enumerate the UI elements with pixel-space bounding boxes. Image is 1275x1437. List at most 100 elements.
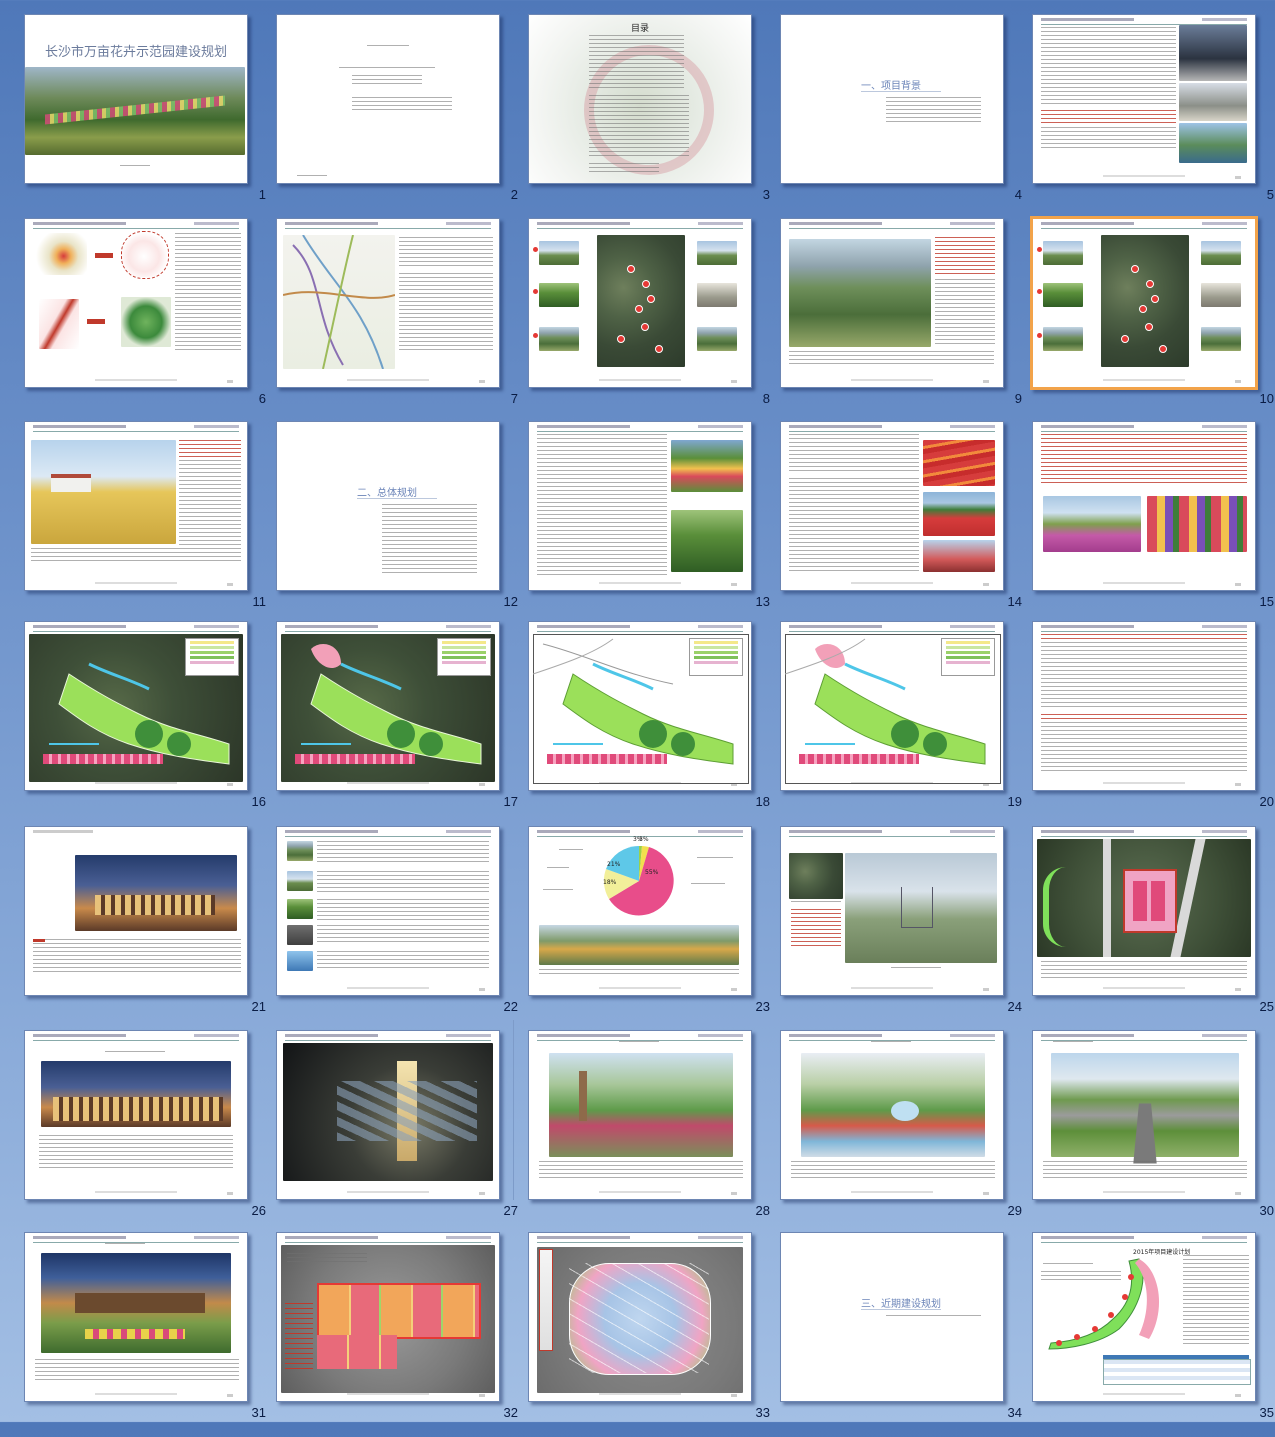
slide-header xyxy=(285,830,492,837)
tulip-field-photo xyxy=(923,440,995,486)
map-legend xyxy=(689,638,743,676)
slide-thumbnail[interactable]: 8 xyxy=(528,218,780,423)
text-block xyxy=(339,67,435,70)
slide-thumbnail[interactable]: 27 xyxy=(276,1030,528,1235)
text-block xyxy=(35,1359,239,1381)
slide-footer xyxy=(1103,1393,1185,1395)
slide-number: 17 xyxy=(503,794,518,809)
slide-thumbnail[interactable]: 26 xyxy=(24,1030,276,1235)
slide-thumbnail[interactable]: 2 xyxy=(276,14,528,219)
section-rule xyxy=(861,91,941,92)
text-block xyxy=(175,233,241,353)
slide-thumbnail[interactable]: 21 xyxy=(24,826,276,1031)
text-block xyxy=(537,506,667,578)
slide-canvas xyxy=(24,826,248,996)
slide-header xyxy=(33,625,240,632)
slide-thumbnail[interactable]: 2015年项目建设计划 35 xyxy=(1032,1232,1275,1437)
slide-thumbnail[interactable]: 三、近期建设规划 34 xyxy=(780,1232,1032,1437)
slide-canvas xyxy=(780,421,1004,591)
text-block xyxy=(697,857,733,860)
slide-canvas: 21% 18% 55% 3% 3% xyxy=(528,826,752,996)
slide-footer-number xyxy=(731,1394,737,1397)
slide-thumbnail[interactable]: 28 xyxy=(528,1030,780,1235)
slide-thumbnail[interactable]: 22 xyxy=(276,826,528,1031)
slide-canvas xyxy=(1032,621,1256,791)
slide-canvas: 三、近期建设规划 xyxy=(780,1232,1004,1402)
slide-thumbnail[interactable]: 16 xyxy=(24,621,276,826)
slide-thumbnail[interactable]: 目录 3 xyxy=(528,14,780,219)
slide-number: 18 xyxy=(755,794,770,809)
slide-number: 33 xyxy=(755,1405,770,1420)
text-block xyxy=(1041,961,1247,979)
aerial-map xyxy=(597,235,685,367)
slide-thumbnail[interactable]: 6 xyxy=(24,218,276,423)
slide-canvas xyxy=(276,1232,500,1402)
text-block xyxy=(367,45,409,48)
arrow xyxy=(95,253,113,258)
legend-swatch xyxy=(694,651,738,654)
slide-header xyxy=(1041,18,1248,25)
slide-canvas xyxy=(780,218,1004,388)
site-photo xyxy=(1043,327,1083,351)
slide-thumbnail[interactable]: 32 xyxy=(276,1232,528,1437)
slide-thumbnail[interactable]: 二、总体规划 12 xyxy=(276,421,528,626)
slide-thumbnail[interactable]: 31 xyxy=(24,1232,276,1437)
slide-footer xyxy=(95,1191,177,1193)
slide-header xyxy=(33,830,93,833)
slide-thumbnail[interactable]: 10 xyxy=(1030,216,1275,423)
slide-thumbnail[interactable]: 19 xyxy=(780,621,1032,826)
slide-thumbnail[interactable]: 21% 18% 55% 3% 3% 23 xyxy=(528,826,780,1031)
slide-thumbnail[interactable]: 11 xyxy=(24,421,276,626)
building-facade xyxy=(53,1097,223,1121)
slide-number: 3 xyxy=(762,187,770,202)
text-block xyxy=(179,440,241,458)
slide-number: 21 xyxy=(251,999,266,1014)
map-marker xyxy=(1131,265,1139,273)
slide-thumbnail[interactable]: 7 xyxy=(276,218,528,423)
slide-thumbnail[interactable]: 18 xyxy=(528,621,780,826)
slide-thumbnail[interactable]: 30 xyxy=(1032,1030,1275,1235)
slide-thumbnail[interactable]: 24 xyxy=(780,826,1032,1031)
slide-footer xyxy=(95,582,177,584)
map-marker xyxy=(617,335,625,343)
map-marker xyxy=(1121,335,1129,343)
text-block xyxy=(886,1315,981,1319)
pie-chart xyxy=(603,845,674,916)
pie-label: 3% xyxy=(639,836,649,843)
text-block xyxy=(1041,434,1247,486)
slide-footer-number xyxy=(731,1192,737,1195)
slide-thumbnail[interactable]: 一、项目背景 4 xyxy=(780,14,1032,219)
slide-thumbnail[interactable]: 14 xyxy=(780,421,1032,626)
farmhouse xyxy=(51,474,91,492)
slide-header xyxy=(33,1236,240,1243)
flower-field-photo xyxy=(923,492,995,536)
slide-thumbnail[interactable]: 15 xyxy=(1032,421,1275,626)
slide-canvas xyxy=(276,1030,500,1200)
slide-footer-number xyxy=(227,1394,233,1397)
map-marker xyxy=(627,265,635,273)
slide-number: 2 xyxy=(510,187,518,202)
slide-number: 19 xyxy=(1007,794,1022,809)
district-map xyxy=(39,299,79,349)
slide-thumbnail[interactable]: 25 xyxy=(1032,826,1275,1031)
slide-thumbnail[interactable]: 17 xyxy=(276,621,528,826)
slide-thumbnail[interactable]: 33 xyxy=(528,1232,780,1437)
slide-thumbnail[interactable]: 20 xyxy=(1032,621,1275,826)
map-marker xyxy=(1151,295,1159,303)
slide-footer-number xyxy=(227,1192,233,1195)
slide-thumbnail[interactable]: 9 xyxy=(780,218,1032,423)
text-block xyxy=(1041,127,1176,151)
slide-canvas xyxy=(780,621,1004,791)
building-block xyxy=(1151,881,1165,921)
slide-footer-number xyxy=(479,1192,485,1195)
slide-thumbnail[interactable]: 29 xyxy=(780,1030,1032,1235)
icon-photo xyxy=(287,951,313,971)
slide-thumbnail[interactable]: 13 xyxy=(528,421,780,626)
text-block xyxy=(789,351,994,365)
slide-thumbnail[interactable]: 长沙市万亩花卉示范园建设规划 1 xyxy=(24,14,276,219)
photo-marker xyxy=(1037,247,1042,252)
slide-thumbnail[interactable]: 5 xyxy=(1032,14,1275,219)
text-block xyxy=(1041,642,1247,710)
slide-header xyxy=(1041,1236,1248,1243)
slide-number: 4 xyxy=(1014,187,1022,202)
